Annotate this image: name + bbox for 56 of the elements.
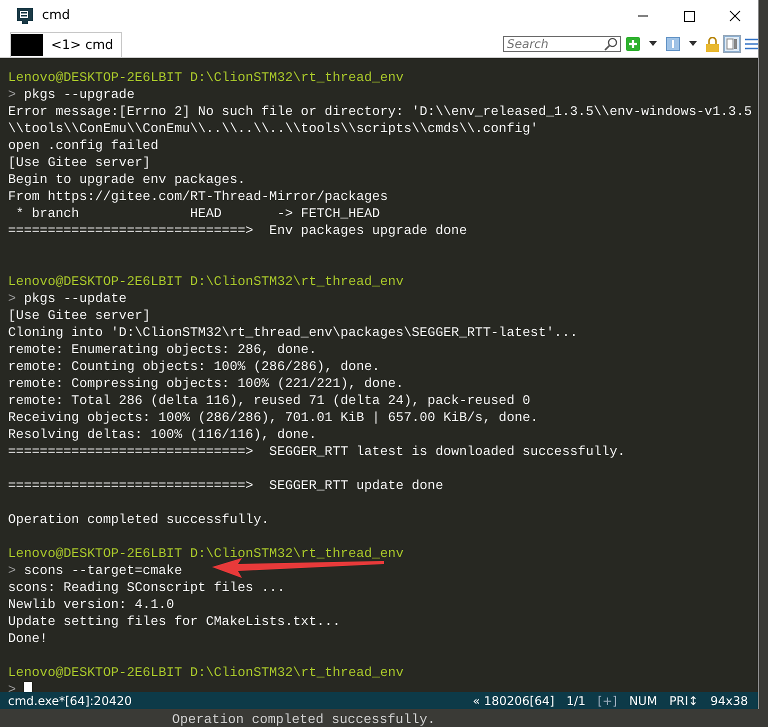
output-line: Update setting files for CMakeLists.txt... <box>8 613 342 630</box>
output-line: open .config failed <box>8 137 160 154</box>
prompt-user: Lenovo@DESKTOP-2E6LBIT <box>8 665 182 680</box>
output-line: ==============================> Env packages upgrade done <box>8 222 468 239</box>
output-line: * branch HEAD -> FETCH_HEAD <box>14 205 381 222</box>
status-item: 94x38 <box>710 694 748 708</box>
menu-icon[interactable] <box>745 38 758 50</box>
output-line: Cloning into 'D:\ClionSTM32\rt_thread_env\packages\SEGGER_RTT-latest'... <box>8 324 579 341</box>
window-title: cmd <box>42 8 70 23</box>
output-line: \\tools\\ConEmu\\ConEmu\\..\\..\\..\\tools\\scripts\\cmds\\.config' <box>8 120 540 137</box>
output-line: Done! <box>8 630 49 647</box>
background-window-text: Operation completed successfully. <box>172 712 436 727</box>
command-text: pkgs --upgrade <box>24 87 135 102</box>
output-line: scons: Reading SConscript files ... <box>8 579 286 596</box>
search-field[interactable]: Search <box>503 36 621 52</box>
prompt-path: D:\ClionSTM32\rt_thread_env <box>190 70 404 85</box>
prompt-path: D:\ClionSTM32\rt_thread_env <box>190 546 404 561</box>
prompt-marker: > <box>8 87 16 102</box>
output-line: Operation completed successfully. <box>8 511 270 528</box>
output-line: Begin to upgrade env packages. <box>8 171 246 188</box>
command-text: pkgs --update <box>24 291 127 306</box>
lock-icon[interactable] <box>706 36 719 52</box>
prompt-marker: > <box>8 563 16 578</box>
dropdown-icon[interactable] <box>688 41 698 47</box>
dropdown-icon[interactable] <box>648 41 658 47</box>
monitor-icon <box>16 6 34 24</box>
prompt-marker: > <box>8 291 16 306</box>
command-text: scons --target=cmake <box>24 563 182 578</box>
prompt-path: D:\ClionSTM32\rt_thread_env <box>190 665 404 680</box>
output-line: remote: Counting objects: 100% (286/286), done. <box>8 358 381 375</box>
output-line: ==============================> SEGGER_RTT update done <box>8 477 444 494</box>
output-line: ==============================> SEGGER_RTT latest is downloaded successfully. <box>8 443 626 460</box>
output-line: Error message:[Errno 2] No such file or directory: 'D:\\env_released_1.3.5\\env-windows-v1.3.5 <box>8 103 753 120</box>
status-item: PRI↕ <box>669 694 698 708</box>
output-line: remote: Total 286 (delta 116), reused 71 (delta 24), pack-reused 0 <box>8 392 532 409</box>
output-line: remote: Enumerating objects: 286, done. <box>8 341 318 358</box>
prompt-user: Lenovo@DESKTOP-2E6LBIT <box>8 274 182 289</box>
panel-icon[interactable] <box>724 36 740 52</box>
output-line: Newlib version: 4.1.0 <box>8 596 176 613</box>
add-icon[interactable] <box>626 37 640 51</box>
console-tab[interactable]: <1> cmd <box>10 32 122 57</box>
output-line: [Use Gitee server] <box>8 307 152 324</box>
status-item: NUM <box>629 694 658 708</box>
prompt-path: D:\ClionSTM32\rt_thread_env <box>190 274 404 289</box>
window-icon[interactable] <box>666 37 680 51</box>
search-icon <box>604 37 618 51</box>
status-item: « 180206[64] <box>472 694 554 708</box>
prompt-user: Lenovo@DESKTOP-2E6LBIT <box>8 546 182 561</box>
output-line: Receiving objects: 100% (286/286), 701.01 KiB | 657.00 KiB/s, done. <box>8 409 540 426</box>
status-item: 1/1 <box>566 694 586 708</box>
output-line: Resolving deltas: 100% (116/116), done. <box>8 426 318 443</box>
output-line: remote: Compressing objects: 100% (221/221), done. <box>8 375 405 392</box>
status-item: [+] <box>598 694 618 708</box>
prompt-user: Lenovo@DESKTOP-2E6LBIT <box>8 70 182 85</box>
output-line: [Use Gitee server] <box>8 154 152 171</box>
output-line: From https://gitee.com/RT-Thread-Mirror/packages <box>8 188 389 205</box>
